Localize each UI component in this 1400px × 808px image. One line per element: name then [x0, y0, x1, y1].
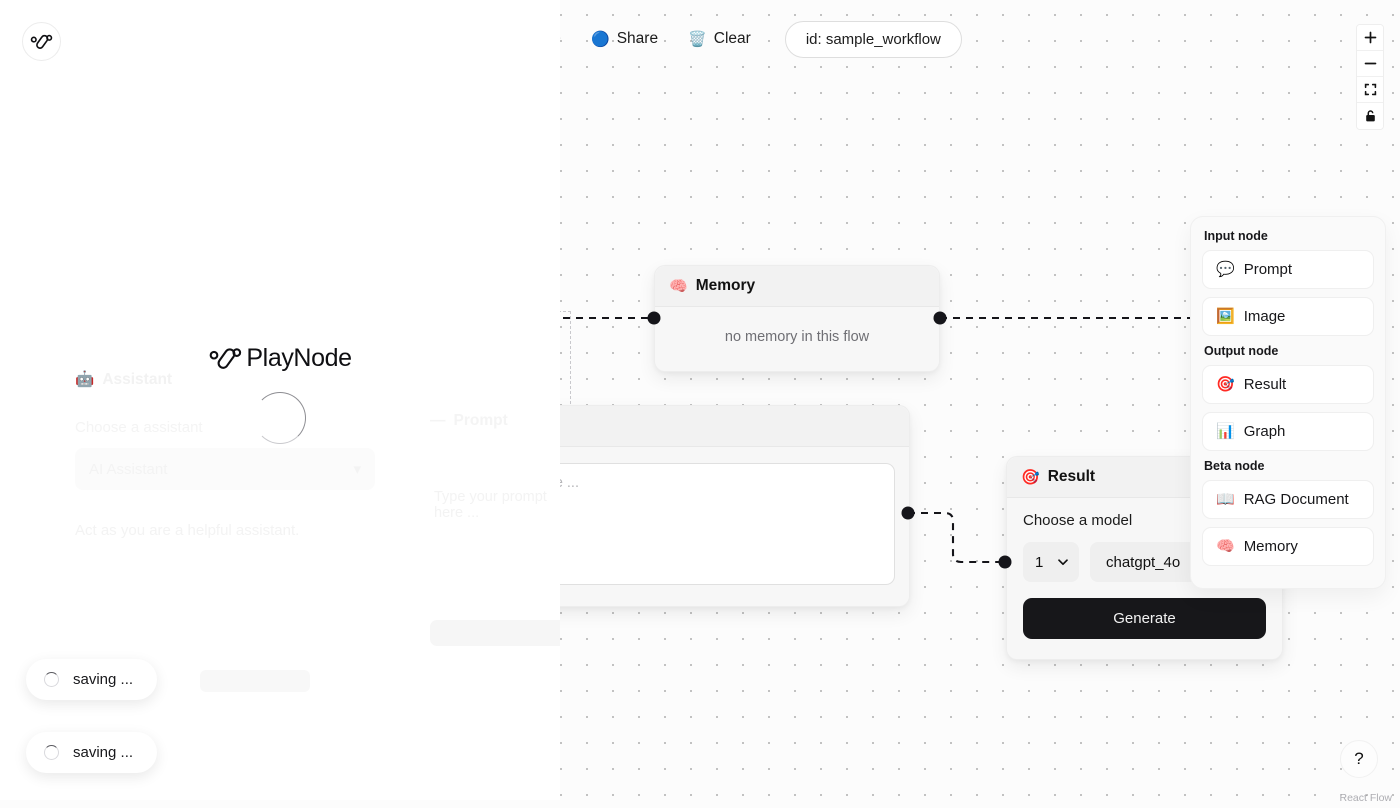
memory-node-body: no memory in this flow: [724, 329, 870, 345]
top-toolbar: 💾 Save 🔵 Share 🗑️ Clear id: sample_workf…: [490, 18, 962, 60]
panel-group-title-input: Input node: [1204, 229, 1268, 243]
panel-item-label: Graph: [1243, 423, 1286, 440]
fit-view-icon: [1364, 83, 1376, 96]
toast-saving-1: saving ...: [26, 659, 158, 700]
robot-icon: 🤖: [75, 371, 95, 388]
loading-spinner: [254, 392, 306, 444]
spinner-icon: [44, 672, 59, 687]
zoom-in-button[interactable]: [1357, 25, 1383, 51]
trash-icon: 🗑️: [688, 30, 707, 48]
workflow-id-pill[interactable]: id: sample_workflow: [784, 20, 962, 58]
panel-item-graph[interactable]: 📊 Graph: [1202, 412, 1374, 451]
plus-icon: [1364, 31, 1376, 44]
prompt-output-handle[interactable]: [901, 506, 915, 520]
lock-icon: [1365, 110, 1375, 122]
prompt-node-faded-header: — Prompt: [430, 412, 508, 430]
clear-button-label: Clear: [713, 30, 751, 47]
panel-item-result[interactable]: 🎯 Result: [1202, 365, 1374, 404]
prompt-node-faded-title: Prompt: [453, 412, 508, 429]
loading-brand: PlayNode: [208, 343, 352, 373]
toast-saving-2: saving ...: [26, 732, 158, 773]
playnode-logo-icon: [209, 348, 242, 369]
react-flow-attribution[interactable]: React Flow: [1339, 792, 1392, 804]
memory-node[interactable]: 🧠 Memory no memory in this flow: [654, 265, 940, 372]
choose-assistant-label: Choose a assistant: [75, 419, 203, 436]
playnode-workflow-app: 🧠 Memory no memory in this flow 💬 Prompt…: [0, 0, 1400, 808]
target-icon: 🎯: [1021, 468, 1040, 486]
memory-output-handle[interactable]: [933, 311, 947, 325]
panel-item-label: Result: [1243, 376, 1287, 393]
toast-text: saving ...: [73, 671, 134, 688]
panel-item-label: Memory: [1243, 538, 1298, 555]
assistant-instruction: Act as you are a helpful assistant.: [75, 522, 300, 539]
panel-item-memory[interactable]: 🧠 Memory: [1202, 527, 1374, 566]
panel-item-label: RAG Document: [1243, 491, 1349, 508]
chevron-down-icon: ▾: [353, 461, 361, 478]
panel-group-output: Output node 🎯 Result 📊 Graph: [1202, 344, 1374, 451]
assistant-select[interactable]: AI Assistant ▾: [75, 448, 375, 490]
zoom-controls: [1356, 24, 1384, 130]
minus-icon: [1364, 62, 1376, 65]
brain-icon: 🧠: [1216, 538, 1235, 555]
globe-icon: 🔵: [591, 30, 610, 48]
assistant-select-value: AI Assistant: [89, 460, 168, 478]
result-node-title: Result: [1047, 468, 1096, 485]
speech-bubble-icon: 💬: [1216, 261, 1235, 278]
memory-node-title: Memory: [695, 277, 756, 294]
brand-text: PlayNode: [246, 343, 352, 372]
panel-group-beta: Beta node 📖 RAG Document 🧠 Memory: [1202, 459, 1374, 566]
share-button-label: Share: [616, 30, 659, 47]
clear-button[interactable]: 🗑️ Clear: [678, 24, 761, 54]
toast-text: saving ...: [73, 744, 134, 761]
speech-bubble-icon: —: [430, 412, 446, 429]
generate-button[interactable]: Generate: [1023, 598, 1266, 639]
panel-item-image[interactable]: 🖼️ Image: [1202, 297, 1374, 336]
help-button[interactable]: ?: [1340, 740, 1378, 778]
prompt-placeholder-faded: Type your prompt here ...: [434, 489, 547, 521]
panel-item-prompt[interactable]: 💬 Prompt: [1202, 250, 1374, 289]
target-icon: 🎯: [1216, 376, 1235, 393]
node-library-panel: Input node 💬 Prompt 🖼️ Image Output node…: [1190, 216, 1386, 589]
memory-node-header: 🧠 Memory: [655, 266, 939, 307]
result-input-handle[interactable]: [998, 555, 1012, 569]
playnode-logo-icon: [30, 34, 53, 49]
picture-icon: 🖼️: [1216, 308, 1235, 325]
assistant-node-faded: 🤖 Assistant Choose a assistant AI Assist…: [75, 370, 375, 541]
app-logo-button[interactable]: [22, 22, 61, 61]
zoom-out-button[interactable]: [1357, 51, 1383, 77]
panel-group-input: Input node 💬 Prompt 🖼️ Image: [1202, 229, 1374, 336]
spinner-icon: [44, 745, 59, 760]
bar-chart-icon: 📊: [1216, 423, 1235, 440]
faded-chip-b: [200, 670, 310, 692]
share-button[interactable]: 🔵 Share: [581, 24, 668, 54]
faded-chip-a: [430, 620, 560, 646]
panel-item-rag-document[interactable]: 📖 RAG Document: [1202, 480, 1374, 519]
fit-view-button[interactable]: [1357, 77, 1383, 103]
open-book-icon: 📖: [1216, 491, 1235, 508]
lock-button[interactable]: [1357, 103, 1383, 129]
panel-group-title-beta: Beta node: [1204, 459, 1265, 473]
result-count-select[interactable]: 1234: [1023, 542, 1079, 582]
brain-icon: 🧠: [669, 277, 688, 295]
memory-input-handle[interactable]: [647, 311, 661, 325]
panel-item-label: Prompt: [1243, 261, 1293, 278]
panel-item-label: Image: [1243, 308, 1286, 325]
assistant-node-title: Assistant: [102, 370, 173, 388]
panel-group-title-output: Output node: [1204, 344, 1279, 358]
